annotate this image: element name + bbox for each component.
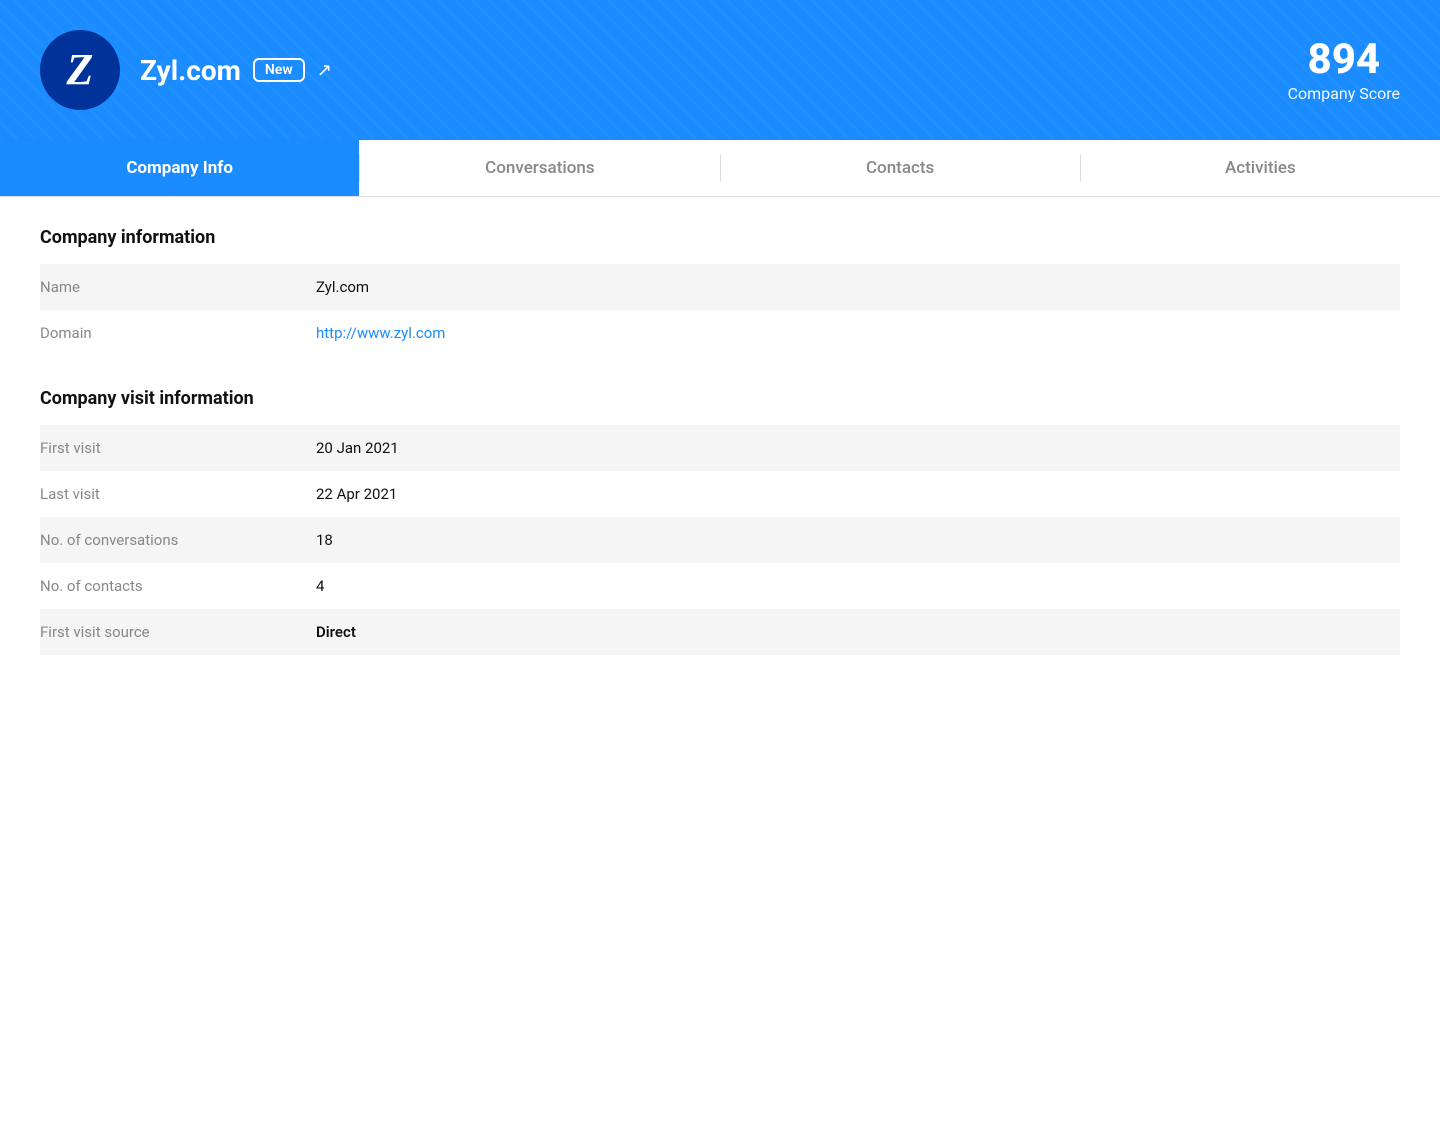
new-badge: New [253,58,305,82]
info-row-name: Name Zyl.com [40,264,1400,310]
value-domain[interactable]: http://www.zyl.com [300,310,1400,356]
label-first-visit: First visit [40,425,300,471]
company-information-section: Company information Name Zyl.com Domain … [40,227,1400,356]
main-content: Company information Name Zyl.com Domain … [0,197,1440,693]
info-row-first-visit: First visit 20 Jan 2021 [40,425,1400,471]
company-name-row: Zyl.com New ↗ [140,54,332,87]
company-information-table: Name Zyl.com Domain http://www.zyl.com [40,264,1400,356]
page-header: Z Zyl.com New ↗ 894 Company Score [0,0,1440,140]
score-number: 894 [1288,37,1400,83]
tab-bar: Company Info Conversations Contacts Acti… [0,140,1440,197]
visit-information-section: Company visit information First visit 20… [40,388,1400,655]
company-information-title: Company information [40,227,1400,248]
logo-letter: Z [67,48,94,92]
tab-company-info[interactable]: Company Info [0,140,359,196]
info-row-num-conversations: No. of conversations 18 [40,517,1400,563]
tab-activities[interactable]: Activities [1081,140,1440,196]
label-num-contacts: No. of contacts [40,563,300,609]
company-name-section: Zyl.com New ↗ [140,54,332,87]
value-last-visit: 22 Apr 2021 [300,471,1400,517]
value-first-visit: 20 Jan 2021 [300,425,1400,471]
company-name-text: Zyl.com [140,54,241,87]
value-num-contacts: 4 [300,563,1400,609]
company-score-section: 894 Company Score [1288,37,1400,102]
header-left: Z Zyl.com New ↗ [40,30,332,110]
tab-conversations[interactable]: Conversations [360,140,719,196]
info-row-last-visit: Last visit 22 Apr 2021 [40,471,1400,517]
info-row-domain: Domain http://www.zyl.com [40,310,1400,356]
score-label: Company Score [1288,84,1400,103]
label-last-visit: Last visit [40,471,300,517]
info-row-first-visit-source: First visit source Direct [40,609,1400,655]
value-num-conversations: 18 [300,517,1400,563]
external-link-icon[interactable]: ↗ [317,60,332,81]
visit-information-title: Company visit information [40,388,1400,409]
label-first-visit-source: First visit source [40,609,300,655]
value-name: Zyl.com [300,264,1400,310]
label-name: Name [40,264,300,310]
label-domain: Domain [40,310,300,356]
info-row-num-contacts: No. of contacts 4 [40,563,1400,609]
label-num-conversations: No. of conversations [40,517,300,563]
tab-contacts[interactable]: Contacts [721,140,1080,196]
company-logo: Z [40,30,120,110]
visit-information-table: First visit 20 Jan 2021 Last visit 22 Ap… [40,425,1400,655]
value-first-visit-source: Direct [300,609,1400,655]
